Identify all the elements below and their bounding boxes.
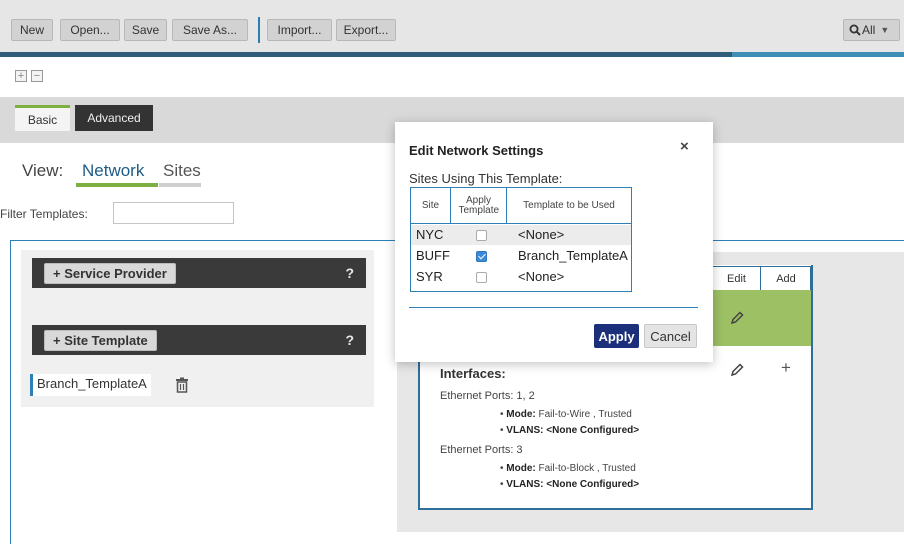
apply-template-checkbox[interactable]	[476, 272, 487, 283]
search-filter-dropdown[interactable]: All ▼	[843, 19, 900, 41]
progress-bar-tail	[732, 52, 904, 57]
add-icon[interactable]: +	[781, 358, 791, 378]
pencil-icon[interactable]	[729, 310, 745, 326]
view-label: View:	[22, 161, 64, 180]
expand-all-icon[interactable]: +	[15, 70, 27, 82]
card-header: Edit Add	[712, 266, 811, 291]
column-header-site: Site	[411, 188, 451, 223]
help-icon[interactable]: ?	[345, 265, 354, 281]
service-provider-section: + Service Provider ?	[32, 258, 366, 288]
new-button[interactable]: New	[11, 19, 53, 41]
view-network-underline	[76, 183, 158, 187]
import-button[interactable]: Import...	[267, 19, 332, 41]
dialog-divider	[409, 307, 698, 308]
column-header-template: Template to be Used	[523, 199, 615, 211]
vlans-value: <None Configured>	[546, 479, 640, 490]
template-cell: <None>	[518, 227, 565, 242]
apply-template-checkbox[interactable]	[476, 251, 487, 262]
site-cell: BUFF	[416, 248, 450, 263]
save-as-button[interactable]: Save As...	[172, 19, 248, 41]
template-cell: <None>	[518, 269, 565, 284]
save-button[interactable]: Save	[124, 19, 167, 41]
toolbar-divider	[258, 17, 260, 43]
pencil-icon[interactable]	[729, 362, 745, 378]
toolbar: New Open... Save Save As... Import... Ex…	[0, 0, 904, 52]
port-mode: • Mode: Fail-to-Wire , Trusted	[500, 409, 632, 420]
sites-table: Site Apply Template Template to be Used …	[410, 187, 632, 292]
view-sites-toggle[interactable]: Sites	[163, 161, 201, 181]
close-icon[interactable]: ×	[680, 138, 689, 155]
export-button[interactable]: Export...	[336, 19, 396, 41]
collapse-all-icon[interactable]: −	[31, 70, 43, 82]
add-service-provider-button[interactable]: + Service Provider	[44, 263, 176, 284]
trash-icon[interactable]	[175, 377, 189, 393]
template-list-item[interactable]: Branch_TemplateA	[30, 374, 151, 396]
progress-bar	[0, 52, 904, 57]
vlans-value: <None Configured>	[546, 425, 640, 436]
mode-value: Fail-to-Block , Trusted	[538, 463, 636, 474]
tab-advanced[interactable]: Advanced	[75, 105, 153, 131]
ethernet-ports-label: Ethernet Ports: 3	[440, 444, 523, 456]
port-vlans: • VLANS: <None Configured>	[500, 479, 640, 490]
cancel-button[interactable]: Cancel	[644, 324, 697, 348]
view-network-toggle[interactable]: Network	[82, 161, 144, 181]
column-header-apply-template: Apply Template	[451, 188, 507, 223]
apply-template-checkbox[interactable]	[476, 230, 487, 241]
apply-template-label: Apply Template	[458, 194, 500, 216]
mode-label: Mode:	[506, 409, 536, 420]
template-cell: Branch_TemplateA	[518, 248, 628, 263]
mode-value: Fail-to-Wire , Trusted	[538, 409, 632, 420]
add-site-template-button[interactable]: + Site Template	[44, 330, 157, 351]
site-template-section: + Site Template ?	[32, 325, 366, 355]
dialog-title: Edit Network Settings	[409, 143, 544, 158]
site-cell: SYR	[416, 269, 443, 284]
apply-button[interactable]: Apply	[594, 324, 639, 348]
help-icon[interactable]: ?	[345, 332, 354, 348]
edit-column-header: Edit	[713, 267, 761, 291]
vlans-label: VLANS:	[506, 479, 544, 490]
edit-network-settings-dialog: Edit Network Settings × Sites Using This…	[395, 122, 713, 362]
port-mode: • Mode: Fail-to-Block , Trusted	[500, 463, 636, 474]
tab-basic[interactable]: Basic	[15, 105, 70, 131]
table-row[interactable]: SYR <None>	[411, 267, 631, 287]
site-cell: NYC	[416, 227, 444, 242]
chevron-down-icon: ▼	[880, 25, 890, 35]
filter-templates-label: Filter Templates:	[0, 207, 88, 221]
interfaces-title: Interfaces:	[440, 366, 506, 381]
sites-using-template-label: Sites Using This Template:	[409, 171, 563, 186]
add-column-header: Add	[776, 273, 796, 285]
open-button[interactable]: Open...	[60, 19, 120, 41]
table-row[interactable]: NYC <None>	[411, 225, 631, 245]
table-header-divider	[411, 223, 631, 224]
port-vlans: • VLANS: <None Configured>	[500, 425, 640, 436]
filter-templates-input[interactable]	[113, 202, 234, 224]
search-icon	[849, 24, 861, 36]
ethernet-ports-label: Ethernet Ports: 1, 2	[440, 390, 535, 402]
search-filter-label: All	[862, 23, 876, 37]
table-row[interactable]: BUFF Branch_TemplateA	[411, 246, 631, 266]
vlans-label: VLANS:	[506, 425, 544, 436]
view-sites-underline	[159, 183, 201, 187]
mode-label: Mode:	[506, 463, 536, 474]
